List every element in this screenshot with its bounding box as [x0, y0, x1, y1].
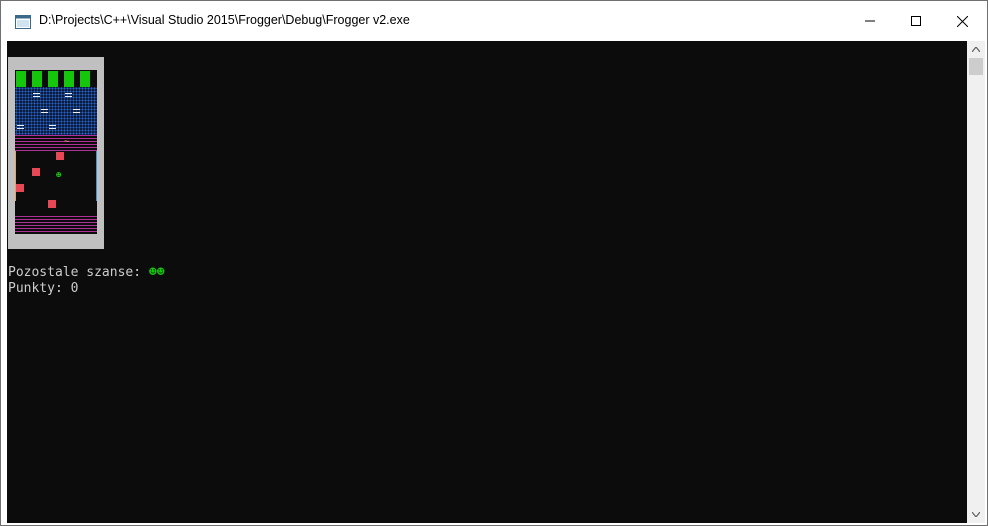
close-button[interactable] — [939, 1, 985, 41]
safe-zone-start — [15, 216, 97, 232]
goal-slot — [64, 71, 74, 87]
goal-slot — [48, 71, 58, 87]
car — [32, 168, 40, 176]
river-zone — [15, 87, 97, 135]
log — [49, 125, 56, 129]
car — [16, 184, 24, 192]
road-edge-left — [15, 151, 16, 201]
goal-slot — [16, 71, 26, 87]
scroll-down-button[interactable] — [967, 506, 985, 523]
minimize-button[interactable] — [847, 1, 893, 41]
score-label: Punkty: — [8, 281, 71, 296]
log — [65, 93, 72, 97]
log — [41, 109, 48, 113]
maximize-icon — [911, 16, 921, 26]
bonus-marker: ~ — [64, 137, 70, 147]
maximize-button[interactable] — [893, 1, 939, 41]
log — [73, 109, 80, 113]
game-board: ~ ☻ — [15, 70, 97, 234]
log — [17, 125, 24, 129]
close-icon — [956, 15, 968, 27]
car — [48, 200, 56, 208]
game-board-frame: ~ ☻ — [8, 57, 104, 249]
lives-line: Pozostale szanse: ☻☻ — [8, 265, 165, 281]
scroll-up-button[interactable] — [967, 41, 985, 58]
chevron-up-icon — [972, 47, 980, 52]
lives-label: Pozostale szanse: — [8, 265, 149, 280]
lives-value: ☻☻ — [148, 265, 165, 280]
safe-zone-middle — [15, 135, 97, 151]
log — [33, 93, 40, 97]
minimize-icon — [865, 20, 875, 22]
console-area[interactable]: ~ ☻ Pozostale szanse: ☻☻ Punkty: 0 — [7, 41, 967, 523]
scroll-thumb[interactable] — [969, 58, 983, 75]
vertical-scrollbar[interactable] — [967, 41, 985, 523]
goal-slot — [80, 71, 90, 87]
chevron-down-icon — [972, 512, 980, 517]
console-app-icon — [15, 15, 31, 29]
goal-slot — [32, 71, 42, 87]
score-value: 0 — [70, 281, 79, 296]
score-line: Punkty: 0 — [8, 281, 78, 297]
window-title: D:\Projects\C++\Visual Studio 2015\Frogg… — [39, 13, 410, 27]
console-window: D:\Projects\C++\Visual Studio 2015\Frogg… — [0, 0, 988, 526]
frog-player: ☻ — [56, 171, 62, 181]
car — [56, 152, 64, 160]
road-edge-right — [96, 151, 97, 201]
title-bar[interactable]: D:\Projects\C++\Visual Studio 2015\Frogg… — [1, 1, 987, 41]
